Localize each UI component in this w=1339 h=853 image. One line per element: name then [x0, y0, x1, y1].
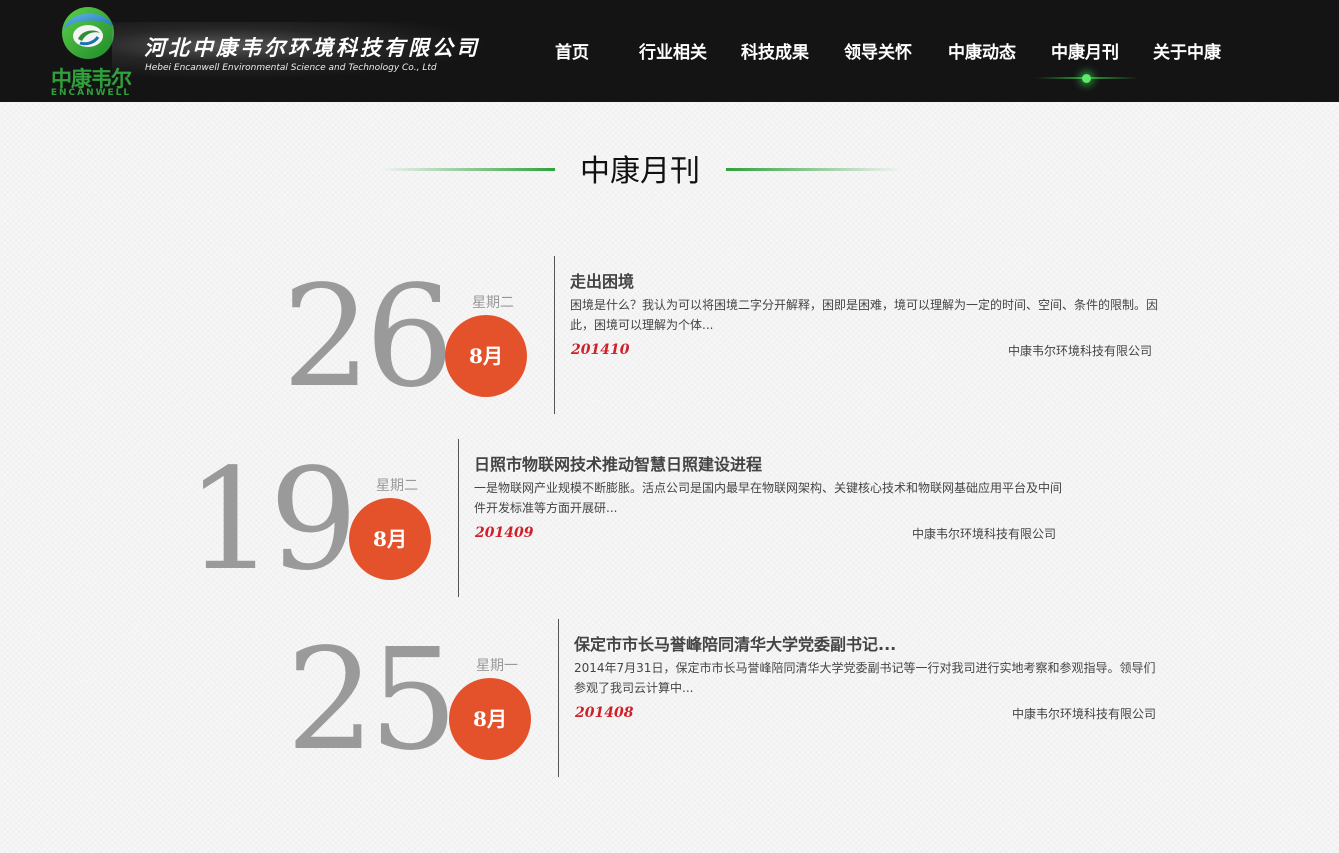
- section-title: 中康月刊: [580, 154, 700, 189]
- entry-divider: [554, 256, 555, 414]
- entry-issue: 201410: [571, 342, 630, 358]
- entry-summary: 2014年7月31日，保定市市长马誉峰陪同清华大学党委副书记等一行对我司进行实地…: [574, 661, 1156, 695]
- entry-issue: 201409: [475, 525, 534, 541]
- site-header: 中康韦尔 ENCANWELL 河北中康韦尔环境科技有限公司 Hebei Enca…: [0, 0, 1339, 102]
- entry-divider: [558, 619, 559, 777]
- entry-month-badge: 8月: [349, 498, 431, 580]
- nav-item-monthly[interactable]: 中康月刊: [1051, 38, 1119, 63]
- nav-item-industry[interactable]: 行业相关: [639, 38, 707, 63]
- entry-source: 中康韦尔环境科技有限公司: [1007, 344, 1152, 358]
- entry-day: 19: [186, 439, 358, 602]
- nav-item-about[interactable]: 关于中康: [1153, 38, 1221, 63]
- entry-weekday: 星期二: [376, 478, 418, 494]
- encanwell-logo-icon: [62, 7, 114, 59]
- entry-source: 中康韦尔环境科技有限公司: [1011, 707, 1156, 721]
- entry-weekday: 星期二: [472, 295, 514, 311]
- entry-divider: [458, 439, 459, 597]
- entry-title-link[interactable]: 日照市物联网技术推动智慧日照建设进程: [474, 451, 762, 475]
- entry-summary: 一是物联网产业规模不断膨胀。活点公司是国内最早在物联网架构、关键核心技术和物联网…: [474, 481, 1063, 515]
- entry-month-badge: 8月: [445, 315, 527, 397]
- entry-day: 26: [282, 256, 454, 419]
- nav-item-leadership[interactable]: 领导关怀: [844, 38, 912, 63]
- nav-item-home[interactable]: 首页: [555, 38, 589, 63]
- nav-item-achievements[interactable]: 科技成果: [741, 38, 809, 63]
- section-title-line-right: [726, 168, 901, 171]
- entry-month-badge: 8月: [449, 678, 531, 760]
- logo-text-en: ENCANWELL: [50, 88, 132, 98]
- entry-source: 中康韦尔环境科技有限公司: [911, 527, 1056, 541]
- company-name-cn: 河北中康韦尔环境科技有限公司: [144, 35, 480, 60]
- entry-day: 25: [286, 619, 458, 782]
- entry-summary: 困境是什么？我认为可以将困境二字分开解释，困即是困难，境可以理解为一定的时间、空…: [570, 298, 1159, 332]
- entry-issue: 201408: [575, 705, 634, 721]
- nav-item-news[interactable]: 中康动态: [948, 38, 1016, 63]
- entry-title-link[interactable]: 走出困境: [570, 268, 634, 292]
- section-title-line-left: [380, 168, 555, 171]
- entry-weekday: 星期一: [476, 658, 518, 674]
- entry-title-link[interactable]: 保定市市长马誉峰陪同清华大学党委副书记...: [574, 631, 896, 655]
- company-name-en: Hebei Encanwell Environmental Science an…: [145, 63, 437, 73]
- nav-active-indicator: [1082, 74, 1091, 83]
